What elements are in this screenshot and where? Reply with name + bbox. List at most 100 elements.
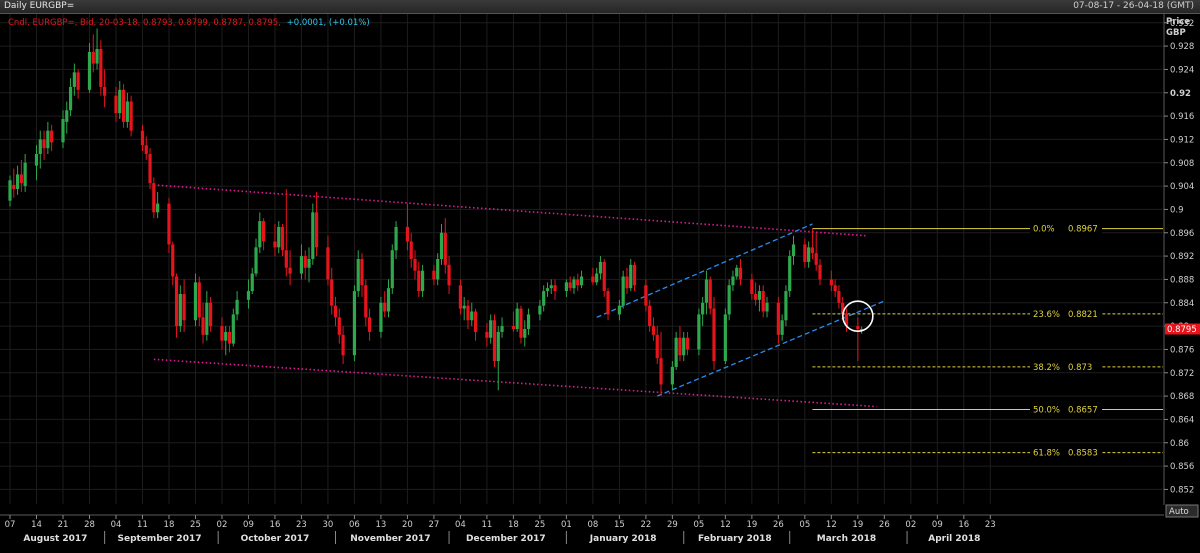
x-tick-label: 16 [270, 520, 281, 530]
candle-body [727, 285, 731, 315]
candle-body [205, 302, 209, 335]
candle-body [87, 51, 92, 90]
legend-series: Cndl, EURGBP=, Bid, 20-03-18, 0.8793, 0.… [8, 18, 281, 28]
y-tick-label: 0.916 [1170, 112, 1194, 122]
y-tick-label: 0.864 [1170, 415, 1194, 425]
candle-body [42, 139, 46, 149]
y-tick-label: 0.932 [1170, 19, 1194, 29]
candle-body [833, 285, 837, 292]
y-tick-label: 0.86 [1170, 439, 1189, 449]
candle-body [50, 130, 54, 143]
candle-body [685, 337, 690, 350]
candle-body [807, 247, 811, 262]
window-titlebar: Daily EURGBP= 07-08-17 - 26-04-18 (GMT) [0, 0, 1200, 14]
candle-body [750, 279, 754, 294]
candle-body [65, 110, 69, 122]
candle-body [337, 317, 341, 335]
x-tick-label: 04 [111, 520, 122, 530]
x-tick-label: 21 [58, 520, 69, 530]
month-label: December 2017 [466, 534, 546, 544]
x-tick-label: 02 [217, 520, 228, 530]
candle-body [818, 264, 822, 280]
x-tick-label: 07 [5, 520, 16, 530]
candle-body [606, 291, 610, 315]
candle-body [197, 282, 201, 318]
candle-body [595, 273, 599, 283]
candle-body [341, 334, 345, 356]
candle-body [712, 308, 716, 362]
candle-body [632, 264, 637, 286]
fib-value-label: 0.873 [1068, 363, 1092, 373]
candle-body [201, 317, 205, 335]
candle-body [167, 203, 171, 245]
candle-body [757, 291, 762, 300]
candle-body [670, 366, 674, 385]
last-price-tag: 0.8795 [1165, 323, 1200, 335]
y-tick-label: 0.872 [1170, 369, 1194, 379]
month-label: November 2017 [350, 534, 430, 544]
candle-body [68, 86, 73, 111]
candle-body [273, 241, 277, 248]
candle-body [466, 305, 470, 321]
x-tick-label: 09 [932, 520, 943, 530]
candle-body [791, 244, 796, 257]
candle-body [140, 130, 145, 146]
candle-body [386, 288, 391, 312]
candle-body [810, 247, 815, 254]
candle-body [246, 291, 251, 300]
candle-body [333, 305, 338, 318]
candle-body [420, 270, 425, 292]
candle-body [545, 288, 550, 292]
candle-body [678, 337, 682, 356]
candle-body [496, 331, 500, 362]
candle-body [803, 244, 807, 262]
candle-body [814, 253, 818, 265]
candle-body [91, 51, 95, 64]
candle-body [443, 232, 447, 265]
date-range: 07-08-17 - 26-04-18 (GMT) [1073, 1, 1194, 11]
candle-body [432, 270, 436, 280]
candle-body [780, 320, 784, 335]
y-tick-label: 0.912 [1170, 135, 1194, 145]
candle-body [644, 285, 648, 306]
candle-body [674, 337, 678, 367]
y-tick-label: 0.856 [1170, 462, 1194, 472]
candle-body [125, 101, 129, 122]
candle-body [284, 250, 288, 268]
x-tick-label: 19 [852, 520, 863, 530]
x-tick-label: 26 [773, 520, 784, 530]
candle-body [129, 101, 133, 131]
window-title: Daily EURGBP= [4, 1, 75, 11]
candle-body [500, 326, 504, 332]
candle-body [735, 267, 739, 277]
candle-body [708, 279, 712, 309]
candle-body [224, 331, 228, 341]
candle-body [784, 291, 788, 321]
candle-body [121, 89, 126, 122]
candlestick-chart[interactable]: 0.0% 0.8967 23.6% 0.8821 38.2% 0.873 50.0% 0.86… [0, 14, 1200, 553]
candle-body [648, 305, 652, 327]
candle-body [76, 72, 80, 90]
candle-body [515, 308, 519, 329]
legend-change: +0.0001, (+0.01%) [287, 18, 370, 28]
y-tick-label: 0.92 [1170, 89, 1191, 99]
candle-body [174, 276, 179, 327]
candle-body [379, 302, 383, 332]
candle-body [72, 72, 76, 87]
y-tick-label: 0.852 [1170, 485, 1194, 495]
candle-body [231, 314, 235, 344]
month-label: September 2017 [118, 534, 202, 544]
x-tick-label: 29 [667, 520, 678, 530]
candle-body [352, 291, 357, 356]
x-tick-label: 26 [879, 520, 890, 530]
x-tick-label: 23 [985, 520, 996, 530]
candle-body [523, 329, 527, 338]
candle-body [118, 89, 122, 114]
y-tick-label: 0.868 [1170, 392, 1194, 402]
x-tick-label: 18 [164, 520, 175, 530]
candle-body [330, 279, 334, 306]
y-tick-label: 0.884 [1170, 299, 1194, 309]
candle-body [651, 326, 656, 335]
candle-body [723, 314, 727, 362]
candle-body [220, 326, 224, 341]
